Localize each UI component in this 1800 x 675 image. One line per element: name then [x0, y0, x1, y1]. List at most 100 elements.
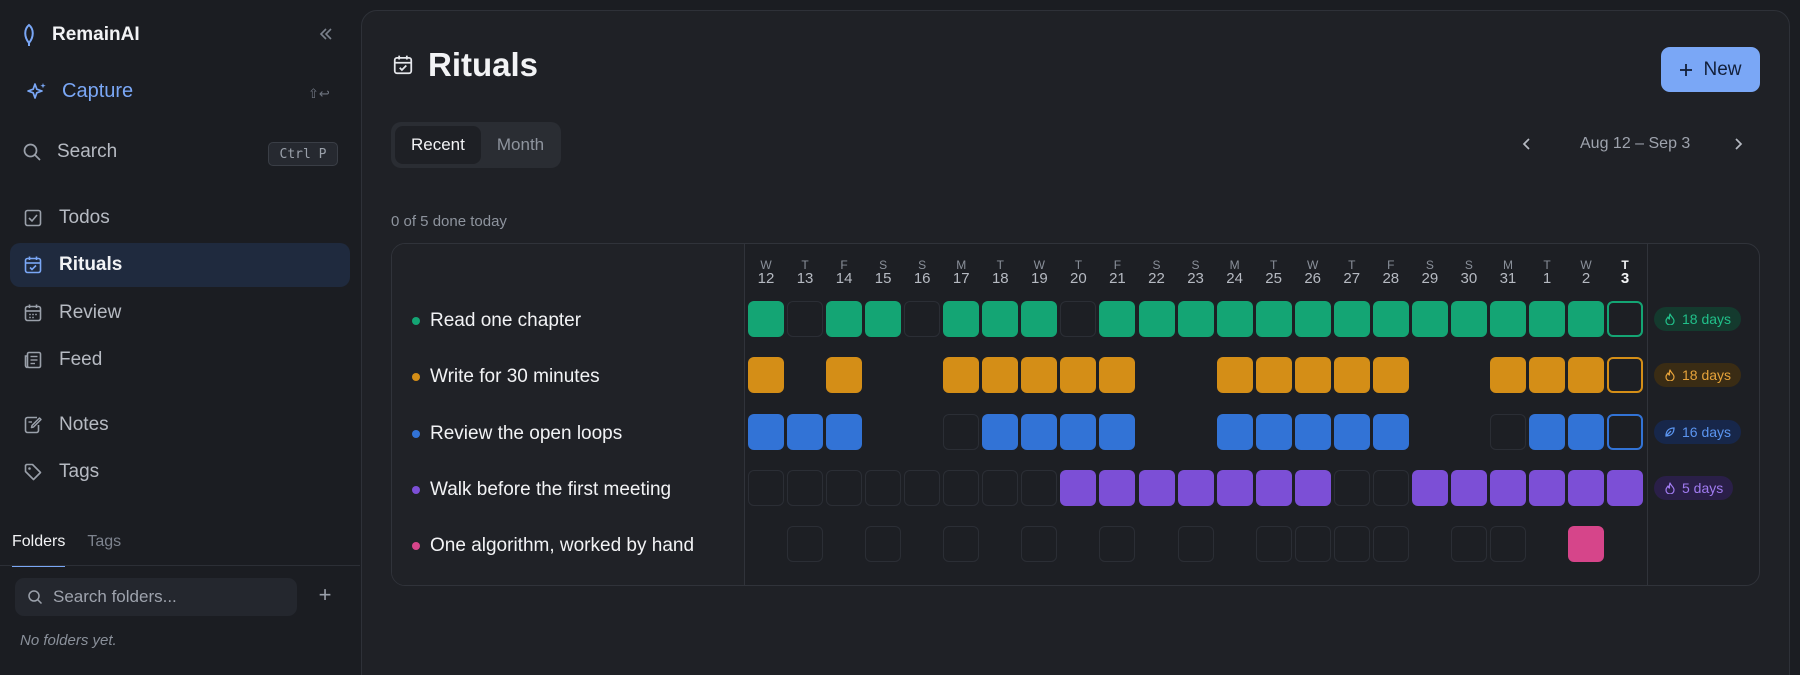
- ritual-cell-done[interactable]: [1255, 413, 1292, 450]
- tab-month[interactable]: Month: [481, 126, 560, 164]
- ritual-cell-done[interactable]: [1529, 469, 1565, 506]
- ritual-cell-empty[interactable]: [904, 526, 940, 562]
- ritual-cell-empty[interactable]: [1451, 414, 1487, 450]
- brand[interactable]: RemainAI: [20, 22, 140, 48]
- ritual-cell-done[interactable]: [1568, 301, 1605, 337]
- ritual-cell-empty[interactable]: [1451, 357, 1487, 393]
- ritual-cell-done[interactable]: [1255, 357, 1292, 394]
- ritual-cell-done[interactable]: [1568, 413, 1605, 450]
- ritual-row-label[interactable]: Read one chapter: [412, 310, 581, 332]
- capture-button[interactable]: Capture: [26, 80, 133, 103]
- ritual-cell-missed[interactable]: [904, 301, 941, 337]
- ritual-cell-missed[interactable]: [748, 469, 784, 506]
- ritual-cell-missed[interactable]: [1099, 526, 1136, 563]
- ritual-cell-missed[interactable]: [865, 526, 902, 563]
- ritual-cell-done[interactable]: [1372, 301, 1409, 337]
- ritual-cell-missed[interactable]: [787, 526, 824, 563]
- ritual-cell-done[interactable]: [1411, 469, 1448, 506]
- ritual-cell-empty[interactable]: [787, 357, 823, 393]
- ritual-cell-missed[interactable]: [1021, 526, 1058, 563]
- ritual-cell-done[interactable]: [1255, 301, 1292, 337]
- ritual-cell-done[interactable]: [1568, 469, 1605, 506]
- ritual-cell-done[interactable]: [1138, 469, 1175, 506]
- ritual-cell-missed[interactable]: [787, 469, 824, 506]
- ritual-cell-done[interactable]: [1216, 469, 1253, 506]
- ritual-cell-done[interactable]: [1099, 301, 1136, 337]
- sidebar-item-feed[interactable]: Feed: [10, 338, 350, 382]
- ritual-cell-empty[interactable]: [865, 357, 901, 393]
- ritual-cell-missed[interactable]: [904, 469, 941, 506]
- ritual-cell-missed[interactable]: [1372, 526, 1409, 563]
- ritual-cell-done[interactable]: [748, 301, 784, 337]
- ritual-cell-missed[interactable]: [1333, 526, 1370, 563]
- ritual-cell-done[interactable]: [1607, 469, 1644, 506]
- ritual-cell-empty[interactable]: [1139, 357, 1175, 393]
- ritual-cell-done[interactable]: [787, 413, 824, 450]
- sidebar-item-tags[interactable]: Tags: [10, 450, 350, 494]
- ritual-cell-empty[interactable]: [904, 414, 940, 450]
- sidebar-item-todos[interactable]: Todos: [10, 196, 350, 240]
- ritual-cell-done[interactable]: [1099, 413, 1136, 450]
- folder-search-input[interactable]: [53, 587, 273, 607]
- ritual-cell-missed[interactable]: [1060, 301, 1097, 337]
- ritual-cell-missed[interactable]: [1177, 526, 1214, 563]
- ritual-cell-done[interactable]: [1489, 301, 1526, 337]
- ritual-cell-done[interactable]: [1529, 357, 1565, 394]
- ritual-cell-empty[interactable]: [1217, 526, 1253, 562]
- ritual-cell-done[interactable]: [1060, 469, 1097, 506]
- ritual-cell-done[interactable]: [1372, 413, 1409, 450]
- ritual-cell-done[interactable]: [982, 413, 1019, 450]
- ritual-cell-done[interactable]: [1255, 469, 1292, 506]
- ritual-cell-empty[interactable]: [982, 526, 1018, 562]
- ritual-cell-done[interactable]: [748, 357, 784, 394]
- tab-folders[interactable]: Folders: [12, 533, 66, 567]
- ritual-cell-done[interactable]: [1294, 469, 1331, 506]
- add-folder-icon[interactable]: +: [314, 584, 336, 607]
- ritual-cell-done[interactable]: [1021, 413, 1058, 450]
- ritual-cell-empty[interactable]: [1178, 357, 1214, 393]
- ritual-cell-done[interactable]: [943, 301, 980, 337]
- ritual-cell-empty[interactable]: [1412, 526, 1448, 562]
- ritual-cell-missed[interactable]: [1489, 526, 1526, 563]
- sidebar-item-notes[interactable]: Notes: [10, 403, 350, 447]
- chevron-left-icon[interactable]: [1518, 135, 1536, 153]
- ritual-cell-done[interactable]: [982, 357, 1019, 394]
- ritual-cell-missed[interactable]: [943, 413, 980, 450]
- ritual-cell-missed[interactable]: [1372, 469, 1409, 506]
- ritual-cell-done[interactable]: [1021, 357, 1058, 394]
- ritual-cell-done[interactable]: [1294, 413, 1331, 450]
- ritual-cell-done[interactable]: [1021, 301, 1058, 337]
- ritual-cell-done[interactable]: [1333, 413, 1370, 450]
- ritual-cell-empty[interactable]: [1412, 414, 1448, 450]
- ritual-cell-done[interactable]: [943, 357, 980, 394]
- search-button[interactable]: Search: [22, 141, 117, 163]
- ritual-cell-missed[interactable]: [865, 469, 902, 506]
- ritual-cell-done[interactable]: [1333, 301, 1370, 337]
- tab-tags[interactable]: Tags: [87, 533, 121, 567]
- ritual-cell-done[interactable]: [982, 301, 1019, 337]
- ritual-cell-empty[interactable]: [1412, 357, 1448, 393]
- ritual-cell-missed[interactable]: [1333, 469, 1370, 506]
- ritual-cell-empty[interactable]: [1607, 526, 1643, 562]
- chevron-right-icon[interactable]: [1729, 135, 1747, 153]
- ritual-cell-done[interactable]: [1294, 301, 1331, 337]
- ritual-cell-done[interactable]: [748, 413, 784, 450]
- ritual-cell-missed[interactable]: [982, 469, 1019, 506]
- collapse-sidebar-icon[interactable]: [316, 24, 336, 44]
- ritual-cell-done[interactable]: [1177, 301, 1214, 337]
- ritual-cell-empty[interactable]: [1060, 526, 1096, 562]
- ritual-cell-done[interactable]: [1568, 357, 1605, 394]
- ritual-cell-done[interactable]: [1489, 469, 1526, 506]
- ritual-cell-empty[interactable]: [865, 414, 901, 450]
- ritual-cell-done[interactable]: [1216, 413, 1253, 450]
- ritual-cell-done[interactable]: [1372, 357, 1409, 394]
- ritual-cell-done[interactable]: [1568, 526, 1605, 563]
- ritual-cell-missed[interactable]: [1021, 469, 1058, 506]
- ritual-row-label[interactable]: One algorithm, worked by hand: [412, 535, 694, 557]
- ritual-cell-missed[interactable]: [1294, 526, 1331, 563]
- ritual-cell-done[interactable]: [1450, 301, 1487, 337]
- ritual-cell-empty[interactable]: [748, 526, 784, 562]
- ritual-cell-done[interactable]: [1216, 301, 1253, 337]
- tab-recent[interactable]: Recent: [395, 126, 481, 164]
- ritual-cell-missed[interactable]: [943, 469, 980, 506]
